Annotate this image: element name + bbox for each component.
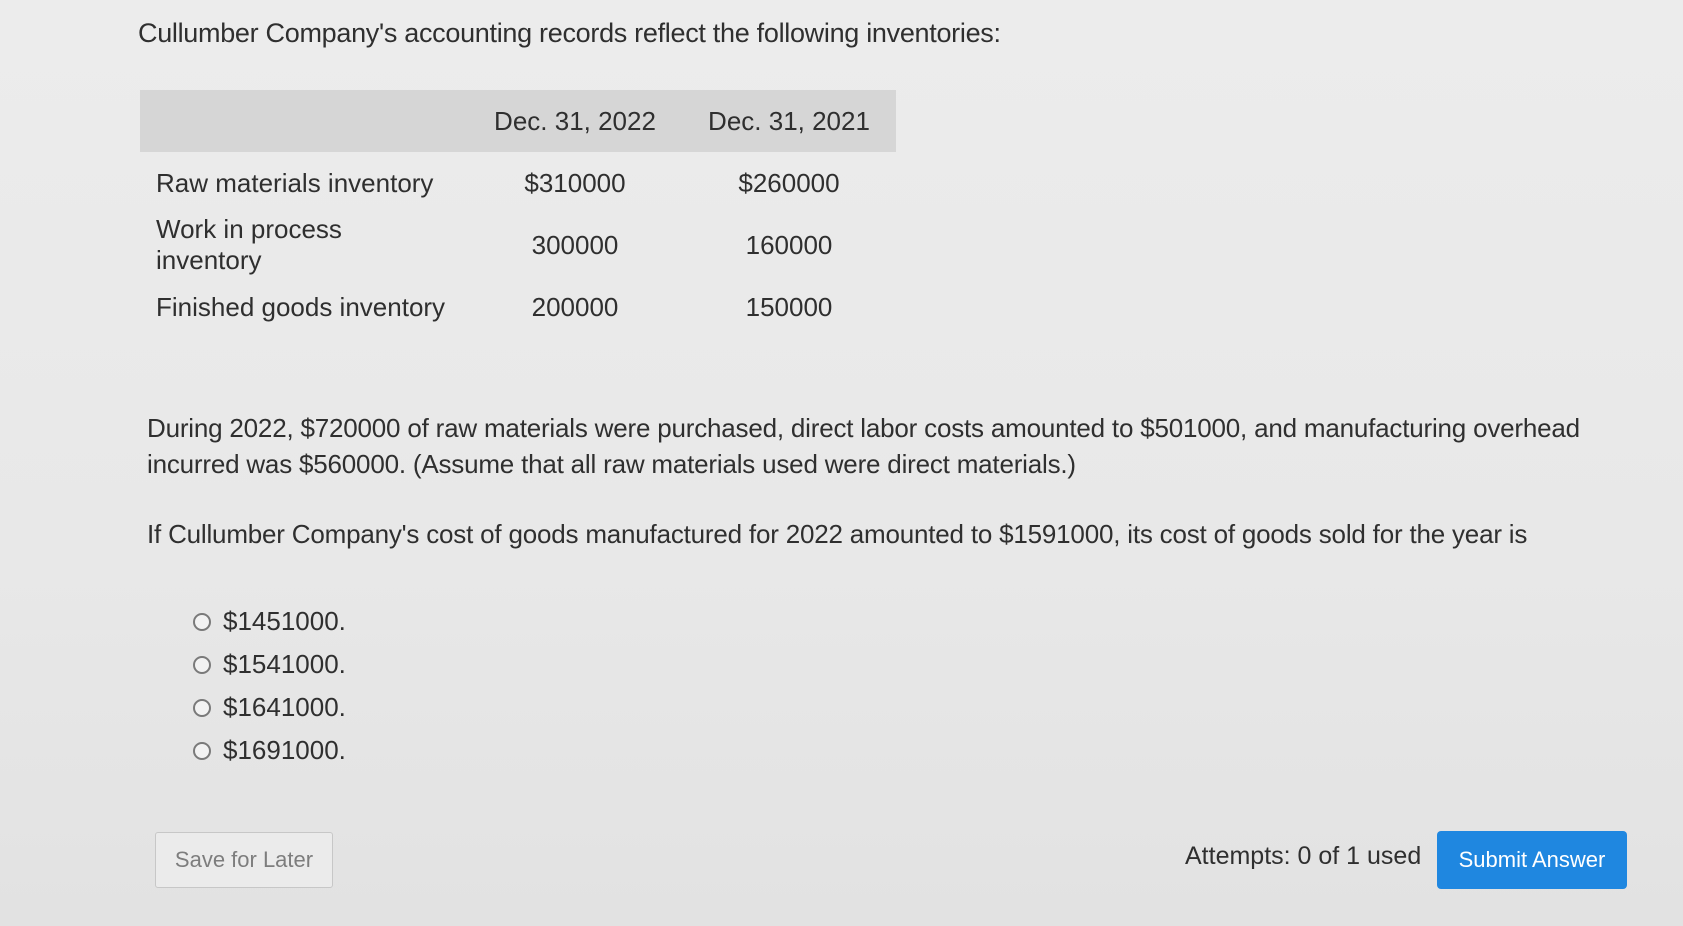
answer-option-label: $1691000. [223, 735, 346, 765]
answer-options: $1451000. $1541000. $1641000. $1691000. [193, 600, 346, 772]
radio-button-icon[interactable] [193, 741, 211, 760]
answer-option-label: $1641000. [223, 692, 346, 722]
answer-option-label: $1451000. [223, 606, 346, 636]
table-row: Finished goods inventory 200000 150000 [140, 276, 896, 338]
radio-button-icon[interactable] [193, 655, 211, 674]
table-row: Raw materials inventory $310000 $260000 [140, 152, 896, 214]
row-label: Finished goods inventory [156, 291, 446, 322]
answer-option[interactable]: $1541000. [193, 643, 346, 686]
row-label: Raw materials inventory [156, 167, 434, 198]
inventory-table: Dec. 31, 2022 Dec. 31, 2021 Raw material… [140, 90, 896, 338]
row-label: Work in process inventory [156, 214, 342, 275]
question-paragraph-details: During 2022, $720000 of raw materials we… [147, 413, 1580, 479]
answer-option[interactable]: $1451000. [193, 600, 346, 643]
table-row: Work in process inventory 300000 160000 [140, 214, 896, 276]
radio-button-icon[interactable] [193, 698, 211, 717]
attempts-counter: Attempts: 0 of 1 used [1185, 842, 1422, 870]
row-value-2021: $260000 [738, 167, 840, 198]
save-for-later-button[interactable]: Save for Later [155, 832, 333, 888]
table-header-2022: Dec. 31, 2022 [468, 90, 682, 152]
row-value-2021: 160000 [745, 229, 833, 260]
row-value-2022: $310000 [524, 167, 626, 198]
table-header-blank [140, 90, 468, 152]
table-header-2021: Dec. 31, 2021 [682, 90, 896, 152]
row-value-2021: 150000 [745, 291, 833, 322]
row-value-2022: 200000 [531, 291, 619, 322]
table-header-row: Dec. 31, 2022 Dec. 31, 2021 [140, 90, 896, 152]
radio-button-icon[interactable] [193, 612, 211, 631]
question-prompt: If Cullumber Company's cost of goods man… [147, 519, 1528, 549]
row-value-2022: 300000 [531, 229, 619, 260]
answer-option[interactable]: $1641000. [193, 686, 346, 729]
answer-option-label: $1541000. [223, 649, 346, 679]
answer-option[interactable]: $1691000. [193, 729, 346, 772]
question-intro: Cullumber Company's accounting records r… [138, 18, 1001, 48]
submit-answer-button[interactable]: Submit Answer [1437, 831, 1627, 889]
